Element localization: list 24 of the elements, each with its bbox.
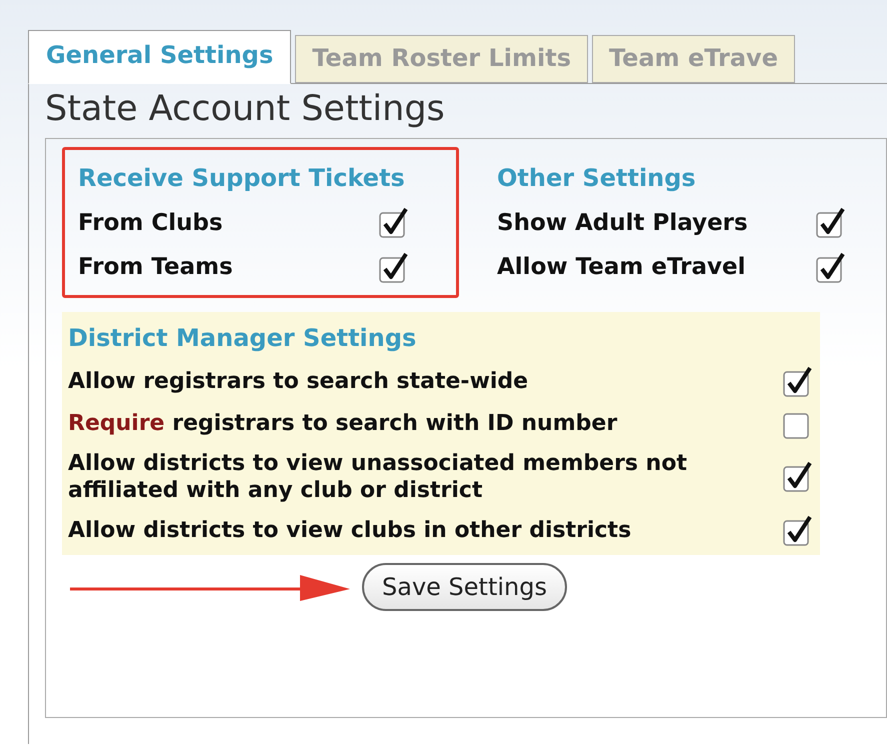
- checkbox[interactable]: [815, 252, 847, 284]
- page-heading: State Account Settings: [45, 88, 446, 131]
- checkbox[interactable]: [782, 366, 814, 398]
- setting-label: From Teams: [78, 253, 234, 282]
- section-title: District Manager Settings: [68, 322, 418, 354]
- checkbox[interactable]: [378, 252, 410, 284]
- checkbox[interactable]: [782, 461, 814, 494]
- checkbox[interactable]: [815, 207, 847, 239]
- tab[interactable]: Team eTrave: [592, 35, 795, 83]
- tab[interactable]: Team Roster Limits: [295, 35, 588, 83]
- section-title: Receive Support Tickets: [78, 162, 406, 194]
- section-title: Other Settings: [497, 162, 697, 194]
- checkbox[interactable]: [378, 207, 410, 239]
- arrow-icon: [70, 572, 350, 601]
- setting-label: Allow districts to view unassociated members not affiliated with any club or district: [68, 450, 688, 505]
- setting-label: From Clubs: [78, 208, 224, 238]
- setting-label: Allow districts to view clubs in other districts: [68, 517, 632, 544]
- setting-label: Show Adult Players: [497, 208, 749, 238]
- checkbox[interactable]: [782, 514, 814, 547]
- setting-label: Allow registrars to search state-wide: [68, 368, 530, 396]
- save-settings-button[interactable]: Save Settings: [362, 562, 567, 611]
- setting-label: Allow Team eTravel: [497, 253, 746, 282]
- setting-label: Require registrars to search with ID number: [68, 410, 618, 438]
- tab[interactable]: General Settings: [28, 30, 292, 84]
